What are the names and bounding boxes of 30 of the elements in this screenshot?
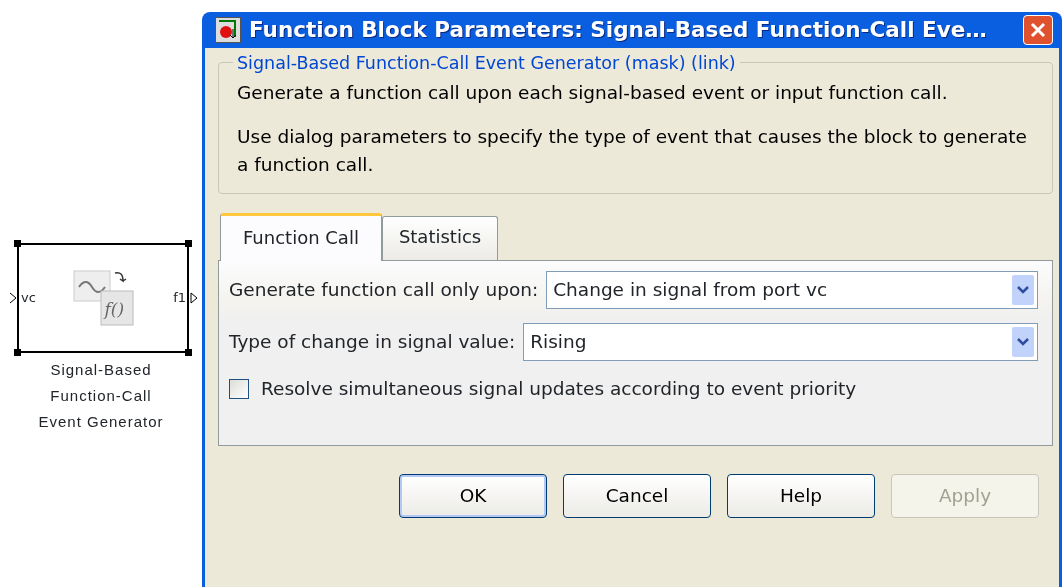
dialog-button[interactable]: Cancel: [563, 473, 711, 518]
selection-handle[interactable]: [14, 240, 21, 247]
tab[interactable]: Statistics: [381, 216, 499, 260]
close-icon: [1029, 21, 1047, 39]
icon-text: f(): [104, 298, 125, 321]
port-label: vc: [21, 289, 36, 308]
block-name: Signal-Based Function-Call Event Generator: [38, 360, 164, 432]
description-text: Use dialog parameters to specify the type of event that causes the block to generate a function call.: [237, 125, 1028, 177]
chevron-down-icon: [1017, 286, 1029, 294]
field-label: Generate function call only upon:: [229, 278, 539, 303]
checkbox-label: Resolve simultaneous signal updates according to event priority: [261, 377, 857, 401]
app-icon: [215, 17, 241, 43]
selection-handle[interactable]: [185, 240, 192, 247]
selection-handle[interactable]: [14, 349, 21, 356]
dropdown[interactable]: Rising: [523, 323, 1038, 361]
close-button[interactable]: [1023, 15, 1053, 45]
selection-handle[interactable]: [185, 349, 192, 356]
field-label: Type of change in signal value:: [229, 330, 516, 355]
function-call-icon: [73, 269, 136, 327]
dropdown[interactable]: Change in signal from port vc: [546, 271, 1038, 309]
port-label: f1: [173, 289, 186, 308]
dialog-button[interactable]: OK: [399, 473, 547, 518]
input-port-icon: [9, 292, 17, 304]
description-text: Generate a function call upon each signal-based event or input function call.: [237, 81, 949, 105]
chevron-down-icon: [1017, 338, 1029, 346]
tab[interactable]: Function Call: [220, 213, 382, 261]
dialog-button[interactable]: Help: [727, 473, 875, 518]
output-port-icon: [190, 292, 198, 304]
checkbox[interactable]: [229, 378, 249, 399]
window-title: Function Block Parameters: Signal-Based Function-Call Eve…: [249, 15, 988, 44]
